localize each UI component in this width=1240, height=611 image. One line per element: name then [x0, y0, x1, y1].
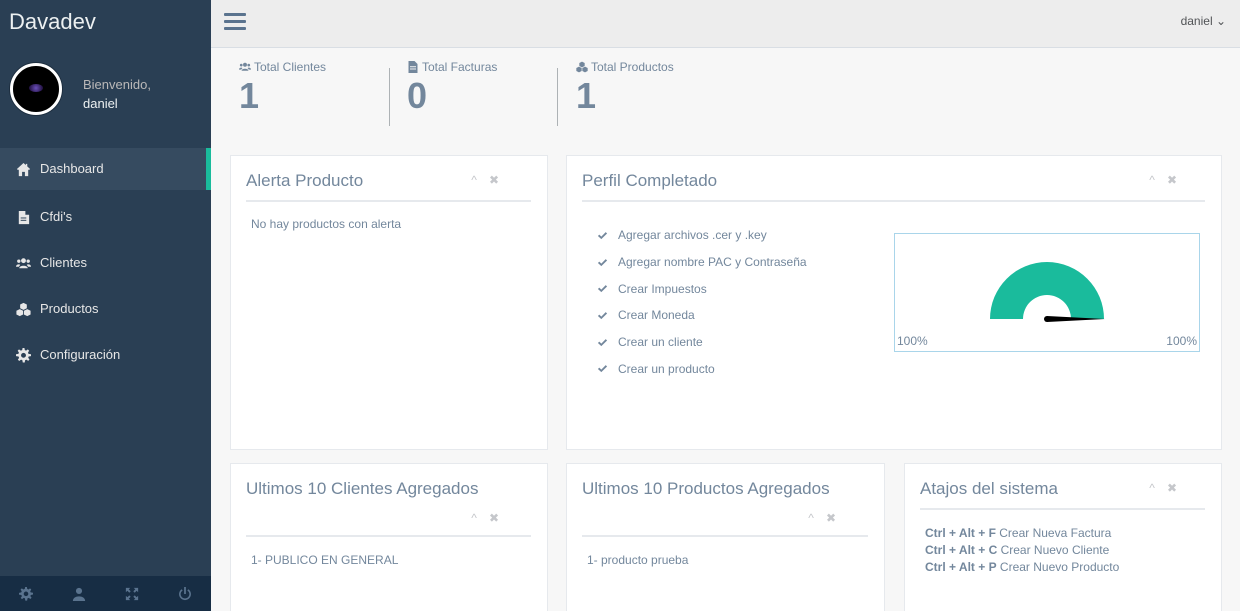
- alerta-message: No hay productos con alerta: [251, 217, 402, 231]
- user-dropdown[interactable]: daniel ⌄: [1181, 14, 1226, 28]
- sidebar-menu: Dashboard Cfdi's Clientes Productos Conf…: [0, 148, 211, 378]
- gauge-arc: [990, 262, 1104, 319]
- panel-ultimos-productos: Ultimos 10 Productos Agregados ^ ✖ 1- pr…: [566, 463, 885, 611]
- users-icon: [13, 256, 33, 271]
- check-icon: [597, 283, 608, 294]
- users-icon: [239, 62, 251, 71]
- gauge-min-label: 100%: [897, 334, 928, 348]
- stat-divider: [557, 68, 558, 126]
- settings-button[interactable]: [0, 576, 53, 611]
- panel-title: Perfil Completado: [582, 171, 718, 190]
- sidebar-item-label: Clientes: [40, 255, 87, 270]
- sidebar-item-label: Cfdi's: [40, 209, 73, 224]
- producto-item[interactable]: 1- producto prueba: [567, 537, 884, 582]
- shortcut-item: Ctrl + Alt + P Crear Nuevo Producto: [925, 560, 1120, 574]
- stat-total-clientes: Total Clientes 1: [239, 60, 326, 116]
- stat-total-productos: Total Productos 1: [576, 60, 674, 116]
- shortcut-item: Ctrl + Alt + C Crear Nuevo Cliente: [925, 543, 1110, 557]
- cliente-item[interactable]: 1- PUBLICO EN GENERAL: [231, 537, 547, 582]
- fullscreen-icon: [125, 587, 138, 600]
- collapse-icon[interactable]: ^: [808, 511, 814, 525]
- stat-total-facturas: Total Facturas 0: [407, 60, 497, 116]
- settings-icon: [19, 586, 34, 601]
- panel-ultimos-clientes: Ultimos 10 Clientes Agregados ^ ✖ 1- PUB…: [230, 463, 548, 611]
- collapse-icon[interactable]: ^: [1149, 173, 1155, 187]
- panel-title: Ultimos 10 Productos Agregados: [582, 479, 830, 498]
- check-icon: [597, 257, 608, 268]
- panel-alerta-producto: Alerta Producto ^ ✖ No hay productos con…: [230, 155, 548, 450]
- profile-username: daniel: [83, 96, 118, 111]
- profile-gauge: 100% 100%: [894, 233, 1200, 352]
- stat-label: Total Productos: [591, 60, 674, 74]
- avatar[interactable]: [10, 63, 62, 115]
- profile-button[interactable]: [53, 576, 106, 611]
- close-icon[interactable]: ✖: [489, 511, 499, 525]
- shortcut-list: Ctrl + Alt + F Crear Nueva Factura Ctrl …: [905, 510, 1221, 576]
- cubes-icon: [13, 302, 33, 317]
- close-icon[interactable]: ✖: [826, 511, 836, 525]
- sidebar-item-label: Productos: [40, 301, 99, 316]
- profile-section: Bienvenido, daniel: [0, 43, 211, 148]
- check-icon: [597, 337, 608, 348]
- stat-divider: [389, 68, 390, 126]
- close-icon[interactable]: ✖: [489, 173, 499, 187]
- top-navbar: daniel ⌄: [211, 0, 1240, 48]
- sidebar-item-clientes[interactable]: Clientes: [0, 240, 211, 286]
- document-icon: [13, 210, 33, 225]
- cubes-icon: [576, 61, 588, 73]
- stats-row: Total Clientes 1 Total Facturas 0 Total …: [211, 48, 1240, 148]
- sidebar: Davadev Bienvenido, daniel Dashboard Cfd…: [0, 0, 211, 611]
- sidebar-item-productos[interactable]: Productos: [0, 286, 211, 332]
- sidebar-item-dashboard[interactable]: Dashboard: [0, 148, 211, 190]
- sidebar-item-configuracion[interactable]: Configuración: [0, 332, 211, 378]
- panel-atajos: Atajos del sistema ^ ✖ Ctrl + Alt + F Cr…: [904, 463, 1222, 611]
- sidebar-item-label: Configuración: [40, 347, 121, 362]
- checklist-item: Crear un producto: [597, 355, 1221, 382]
- gauge-max-label: 100%: [1166, 334, 1197, 348]
- sidebar-footer: [0, 576, 211, 611]
- check-icon: [597, 230, 608, 241]
- gear-icon: [13, 347, 33, 363]
- stat-value: 0: [407, 75, 428, 116]
- check-icon: [597, 363, 608, 374]
- shortcut-item: Ctrl + Alt + F Crear Nueva Factura: [925, 526, 1112, 540]
- logout-button[interactable]: [158, 576, 211, 611]
- close-icon[interactable]: ✖: [1167, 481, 1177, 495]
- stat-label: Total Clientes: [254, 60, 327, 74]
- collapse-icon[interactable]: ^: [471, 173, 477, 187]
- collapse-icon[interactable]: ^: [471, 511, 477, 525]
- stat-value: 1: [576, 75, 597, 116]
- power-icon: [178, 586, 191, 600]
- home-icon: [13, 162, 33, 177]
- stat-label: Total Facturas: [422, 60, 498, 74]
- fullscreen-button[interactable]: [106, 576, 159, 611]
- panel-perfil-completado: Perfil Completado ^ ✖ Agregar archivos .…: [566, 155, 1222, 450]
- brand-logo[interactable]: Davadev: [0, 0, 211, 43]
- sidebar-item-label: Dashboard: [40, 161, 104, 176]
- close-icon[interactable]: ✖: [1167, 173, 1177, 187]
- gauge-chart: [990, 262, 1105, 322]
- check-icon: [597, 310, 608, 321]
- stat-value: 1: [239, 75, 260, 116]
- collapse-icon[interactable]: ^: [1149, 481, 1155, 495]
- menu-toggle-icon[interactable]: [224, 13, 246, 31]
- file-icon: [408, 61, 418, 73]
- welcome-text: Bienvenido,: [83, 77, 151, 92]
- panel-title: Ultimos 10 Clientes Agregados: [246, 479, 479, 498]
- sidebar-item-cfdis[interactable]: Cfdi's: [0, 194, 211, 240]
- user-icon: [73, 587, 86, 601]
